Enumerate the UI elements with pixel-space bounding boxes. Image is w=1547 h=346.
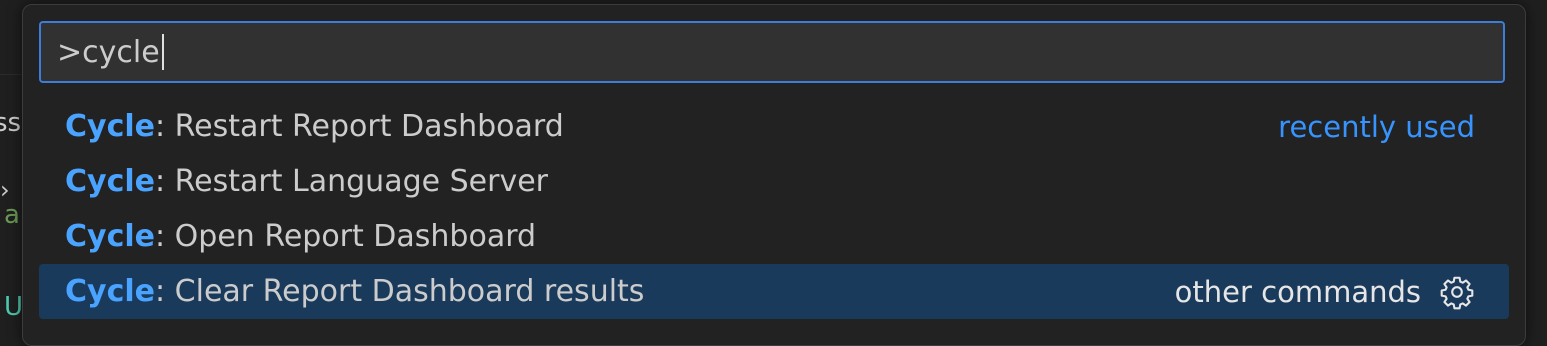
command-category: Cycle — [65, 219, 155, 254]
background-comment-fragment: a — [4, 200, 20, 230]
command-palette: >cycle Cycle: Restart Report Dashboard r… — [22, 4, 1526, 346]
command-label: Cycle: Open Report Dashboard — [65, 219, 536, 254]
command-item-open-report-dashboard[interactable]: Cycle: Open Report Dashboard — [39, 209, 1509, 264]
command-label: Cycle: Restart Report Dashboard — [65, 109, 564, 144]
command-item-restart-report-dashboard[interactable]: Cycle: Restart Report Dashboard recently… — [39, 99, 1509, 154]
command-label: Cycle: Restart Language Server — [65, 164, 548, 199]
text-caret — [161, 34, 164, 70]
command-label: Cycle: Clear Report Dashboard results — [65, 274, 644, 309]
gear-icon[interactable] — [1439, 274, 1475, 310]
command-separator: : — [155, 164, 175, 199]
command-input-value[interactable]: >cycle — [57, 35, 160, 70]
other-commands-tag: other commands — [1174, 274, 1421, 309]
command-title: Restart Report Dashboard — [174, 109, 564, 144]
recently-used-tag: recently used — [1278, 109, 1475, 144]
command-item-clear-report-dashboard-results[interactable]: Cycle: Clear Report Dashboard results ot… — [39, 264, 1509, 319]
background-text-fragment: ss — [0, 108, 22, 138]
command-category: Cycle — [65, 109, 155, 144]
command-category: Cycle — [65, 274, 155, 309]
command-list: Cycle: Restart Report Dashboard recently… — [39, 99, 1509, 319]
command-title: Restart Language Server — [174, 164, 548, 199]
command-title: Clear Report Dashboard results — [174, 274, 645, 309]
command-separator: : — [155, 274, 175, 309]
command-palette-input[interactable]: >cycle — [39, 21, 1505, 83]
background-code-fragment: U — [4, 292, 24, 322]
command-separator: : — [155, 219, 175, 254]
command-item-restart-language-server[interactable]: Cycle: Restart Language Server — [39, 154, 1509, 209]
command-category: Cycle — [65, 164, 155, 199]
command-separator: : — [155, 109, 175, 144]
command-title: Open Report Dashboard — [174, 219, 537, 254]
other-commands-group: other commands — [1175, 274, 1475, 310]
